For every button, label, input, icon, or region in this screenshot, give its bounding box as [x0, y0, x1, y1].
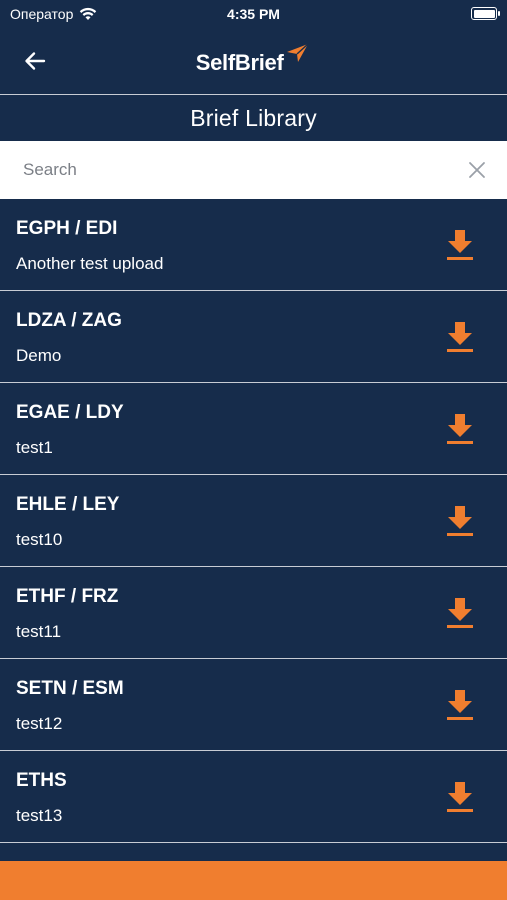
- brief-name: Demo: [16, 346, 62, 365]
- list-item[interactable]: ETHF / FRZ test11: [0, 567, 507, 659]
- brief-route: LDZA / ZAG: [16, 310, 122, 331]
- download-icon: [447, 690, 473, 720]
- download-icon: [447, 414, 473, 444]
- brief-list: EGPH / EDI Another test upload LDZA / ZA…: [0, 199, 507, 843]
- download-button[interactable]: [445, 412, 475, 446]
- list-item[interactable]: EGAE / LDY test1: [0, 383, 507, 475]
- logo-text: SelfBrief: [195, 50, 284, 75]
- list-item[interactable]: LDZA / ZAG Demo: [0, 291, 507, 383]
- status-bar: Оператор 4:35 PM: [0, 0, 507, 30]
- app-logo: SelfBrief: [0, 43, 507, 76]
- download-button[interactable]: [445, 780, 475, 814]
- brief-name: Another test upload: [16, 254, 164, 273]
- brief-route: ETHF / FRZ: [16, 586, 119, 607]
- logo-mark-icon: [287, 43, 309, 62]
- list-item[interactable]: ETHS test13: [0, 751, 507, 843]
- download-button[interactable]: [445, 504, 475, 538]
- bottom-action-bar[interactable]: [0, 861, 507, 900]
- brief-route: ETHS: [16, 770, 67, 791]
- brief-route: EGPH / EDI: [16, 218, 118, 239]
- clear-icon: [469, 162, 485, 178]
- status-time: 4:35 PM: [227, 6, 280, 22]
- battery-icon: [471, 7, 500, 20]
- search-bar: [0, 141, 507, 199]
- brief-name: test12: [16, 714, 63, 733]
- download-icon: [447, 782, 473, 812]
- download-icon: [447, 506, 473, 536]
- list-item[interactable]: EHLE / LEY test10: [0, 475, 507, 567]
- list-item[interactable]: SETN / ESM test12: [0, 659, 507, 751]
- brief-name: test1: [16, 438, 53, 457]
- download-button[interactable]: [445, 688, 475, 722]
- download-button[interactable]: [445, 320, 475, 354]
- brief-route: EHLE / LEY: [16, 494, 120, 515]
- download-button[interactable]: [445, 596, 475, 630]
- clear-search-button[interactable]: [467, 160, 487, 180]
- list-item[interactable]: EGPH / EDI Another test upload: [0, 199, 507, 291]
- brief-name: test11: [16, 622, 62, 641]
- brief-route: EGAE / LDY: [16, 402, 124, 423]
- brief-name: test10: [16, 530, 63, 549]
- search-input[interactable]: [0, 141, 440, 199]
- download-icon: [447, 230, 473, 260]
- brief-name: test13: [16, 806, 63, 825]
- nav-bar: SelfBrief: [0, 30, 507, 94]
- download-button[interactable]: [445, 228, 475, 262]
- download-icon: [447, 322, 473, 352]
- brief-route: SETN / ESM: [16, 678, 124, 699]
- page-title: Brief Library: [190, 105, 317, 131]
- download-icon: [447, 598, 473, 628]
